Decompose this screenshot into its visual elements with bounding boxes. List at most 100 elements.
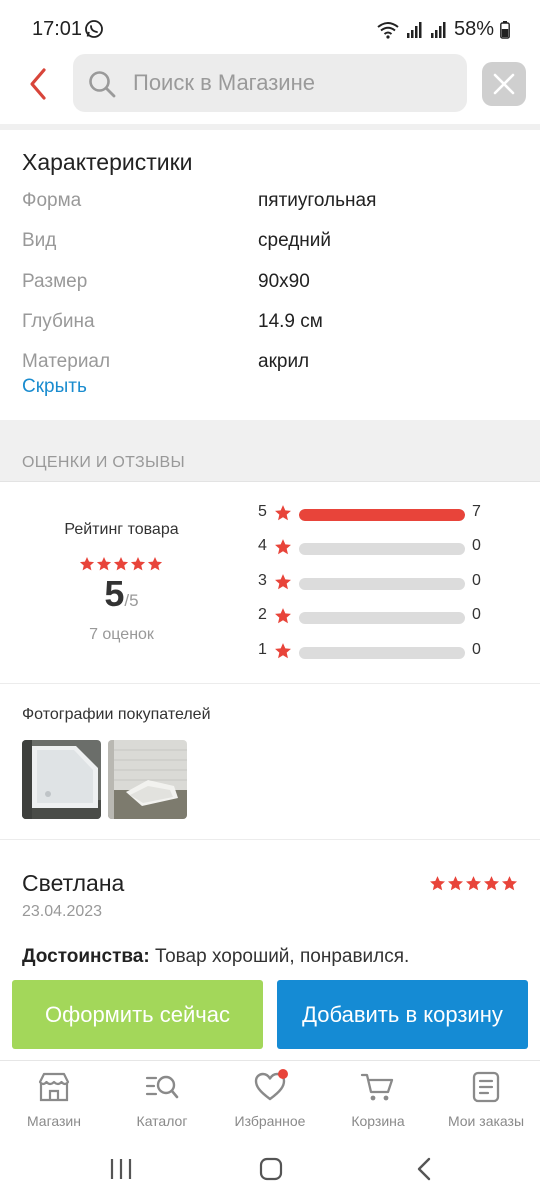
bottom-navigation: Магазин Каталог Избранное Корзина Мои за… — [0, 1060, 540, 1140]
rating-summary: Рейтинг товара 5/5 7 оценок 5 7 4 0 3 0 … — [0, 483, 540, 684]
star-icon — [275, 643, 291, 659]
photos-title: Фотографии покупателей — [22, 706, 211, 723]
specs-title: Характеристики — [22, 149, 193, 175]
review-pros-text: Товар хороший, понравился. — [149, 946, 410, 967]
store-icon — [38, 1072, 70, 1102]
spec-row: Материал акрил — [22, 351, 522, 381]
top-bar: Поиск в Магазине — [0, 54, 540, 122]
nav-item-favorites[interactable]: Избранное — [216, 1069, 324, 1137]
specs-section: Характеристики Форма пятиугольная Вид ср… — [0, 130, 540, 420]
spec-value: средний — [258, 230, 332, 251]
rating-distribution-row: 1 0 — [258, 639, 528, 665]
photo-thumbnail — [108, 740, 187, 819]
spec-row: Размер 90x90 — [22, 271, 522, 301]
star-icon — [483, 876, 500, 891]
hide-specs-link[interactable]: Скрыть — [22, 376, 87, 398]
review-stars — [429, 875, 518, 892]
search-icon — [89, 71, 116, 98]
dist-bar-track — [299, 543, 465, 555]
home-icon[interactable] — [258, 1156, 284, 1182]
system-back-icon[interactable] — [412, 1156, 438, 1182]
nav-item-cart[interactable]: Корзина — [324, 1071, 432, 1137]
status-bar: 17:01 58% — [0, 0, 540, 56]
status-time: 17:01 — [32, 18, 83, 40]
photo-thumbnail — [22, 740, 101, 819]
dist-count: 0 — [472, 606, 481, 623]
recent-apps-icon[interactable] — [108, 1156, 134, 1182]
star-icon — [147, 557, 163, 571]
dist-count: 0 — [472, 641, 481, 658]
spec-label: Материал — [22, 351, 111, 372]
rating-distribution-row: 3 0 — [258, 570, 528, 596]
review-card: Светлана 23.04.2023 Достоинства: Товар х… — [0, 841, 540, 981]
customer-photos-section: Фотографии покупателей — [0, 685, 540, 840]
spec-row: Глубина 14.9 см — [22, 311, 522, 341]
dist-bar-track — [299, 647, 465, 659]
spec-label: Форма — [22, 190, 82, 211]
dist-count: 0 — [472, 572, 481, 589]
star-icon — [275, 574, 291, 590]
signal-icon-2 — [430, 21, 446, 38]
dist-count: 0 — [472, 537, 481, 554]
catalog-search-icon — [145, 1075, 179, 1099]
add-to-cart-button[interactable]: Добавить в корзину — [277, 980, 528, 1049]
cart-icon — [360, 1073, 394, 1101]
rating-count: 7 оценок — [89, 626, 154, 643]
nav-label: Мои заказы — [447, 1113, 525, 1129]
dist-bar-track — [299, 509, 465, 521]
dist-count: 7 — [472, 503, 481, 520]
star-icon — [79, 557, 95, 571]
wifi-icon — [377, 21, 399, 39]
battery-icon — [500, 20, 510, 39]
spec-value: 14.9 см — [258, 311, 323, 332]
orders-icon — [472, 1071, 500, 1103]
rating-stars — [79, 556, 163, 572]
star-icon — [275, 608, 291, 624]
rating-distribution-row: 2 0 — [258, 604, 528, 630]
review-author: Светлана — [22, 870, 125, 896]
star-icon — [275, 505, 291, 521]
dist-stars-label: 3 — [258, 572, 267, 589]
star-icon — [96, 557, 112, 571]
back-arrow-icon[interactable] — [22, 66, 58, 102]
star-icon — [447, 876, 464, 891]
star-icon — [465, 876, 482, 891]
reviews-section-header: ОЦЕНКИ И ОТЗЫВЫ — [0, 420, 540, 482]
search-input[interactable]: Поиск в Магазине — [73, 54, 467, 112]
section-title: ОЦЕНКИ И ОТЗЫВЫ — [22, 454, 185, 471]
spec-label: Размер — [22, 271, 88, 292]
order-now-button[interactable]: Оформить сейчас — [12, 980, 263, 1049]
rating-number: 5 — [104, 573, 125, 614]
nav-label: Магазин — [26, 1113, 81, 1129]
customer-photo[interactable] — [108, 740, 187, 819]
nav-label: Каталог — [136, 1113, 188, 1129]
review-pros-label: Достоинства: — [22, 946, 150, 967]
nav-item-orders[interactable]: Мои заказы — [432, 1071, 540, 1137]
close-icon — [493, 73, 515, 95]
nav-label: Избранное — [234, 1113, 306, 1129]
spec-value: 90x90 — [258, 271, 310, 292]
spec-row: Вид средний — [22, 230, 522, 260]
dist-stars-label: 5 — [258, 503, 267, 520]
dist-bar-track — [299, 578, 465, 590]
clear-search-button[interactable] — [482, 62, 526, 106]
review-text: Достоинства: Товар хороший, понравился. — [22, 946, 409, 968]
spec-value: акрил — [258, 351, 310, 372]
signal-icon-1 — [406, 21, 422, 38]
customer-photo[interactable] — [22, 740, 101, 819]
nav-item-store[interactable]: Магазин — [0, 1071, 108, 1137]
dist-bar-fill — [299, 509, 465, 521]
rating-title: Рейтинг товара — [64, 521, 179, 538]
rating-distribution-row: 4 0 — [258, 535, 528, 561]
star-icon — [429, 876, 446, 891]
review-date: 23.04.2023 — [22, 903, 103, 920]
notification-dot — [278, 1069, 288, 1079]
search-placeholder: Поиск в Магазине — [133, 70, 315, 95]
star-icon — [275, 539, 291, 555]
star-icon — [501, 876, 518, 891]
nav-item-catalog[interactable]: Каталог — [108, 1071, 216, 1137]
nav-label: Корзина — [351, 1113, 405, 1129]
action-bar: Оформить сейчас Добавить в корзину — [0, 972, 540, 1060]
system-navigation-bar — [0, 1140, 540, 1200]
whatsapp-icon — [85, 20, 103, 38]
